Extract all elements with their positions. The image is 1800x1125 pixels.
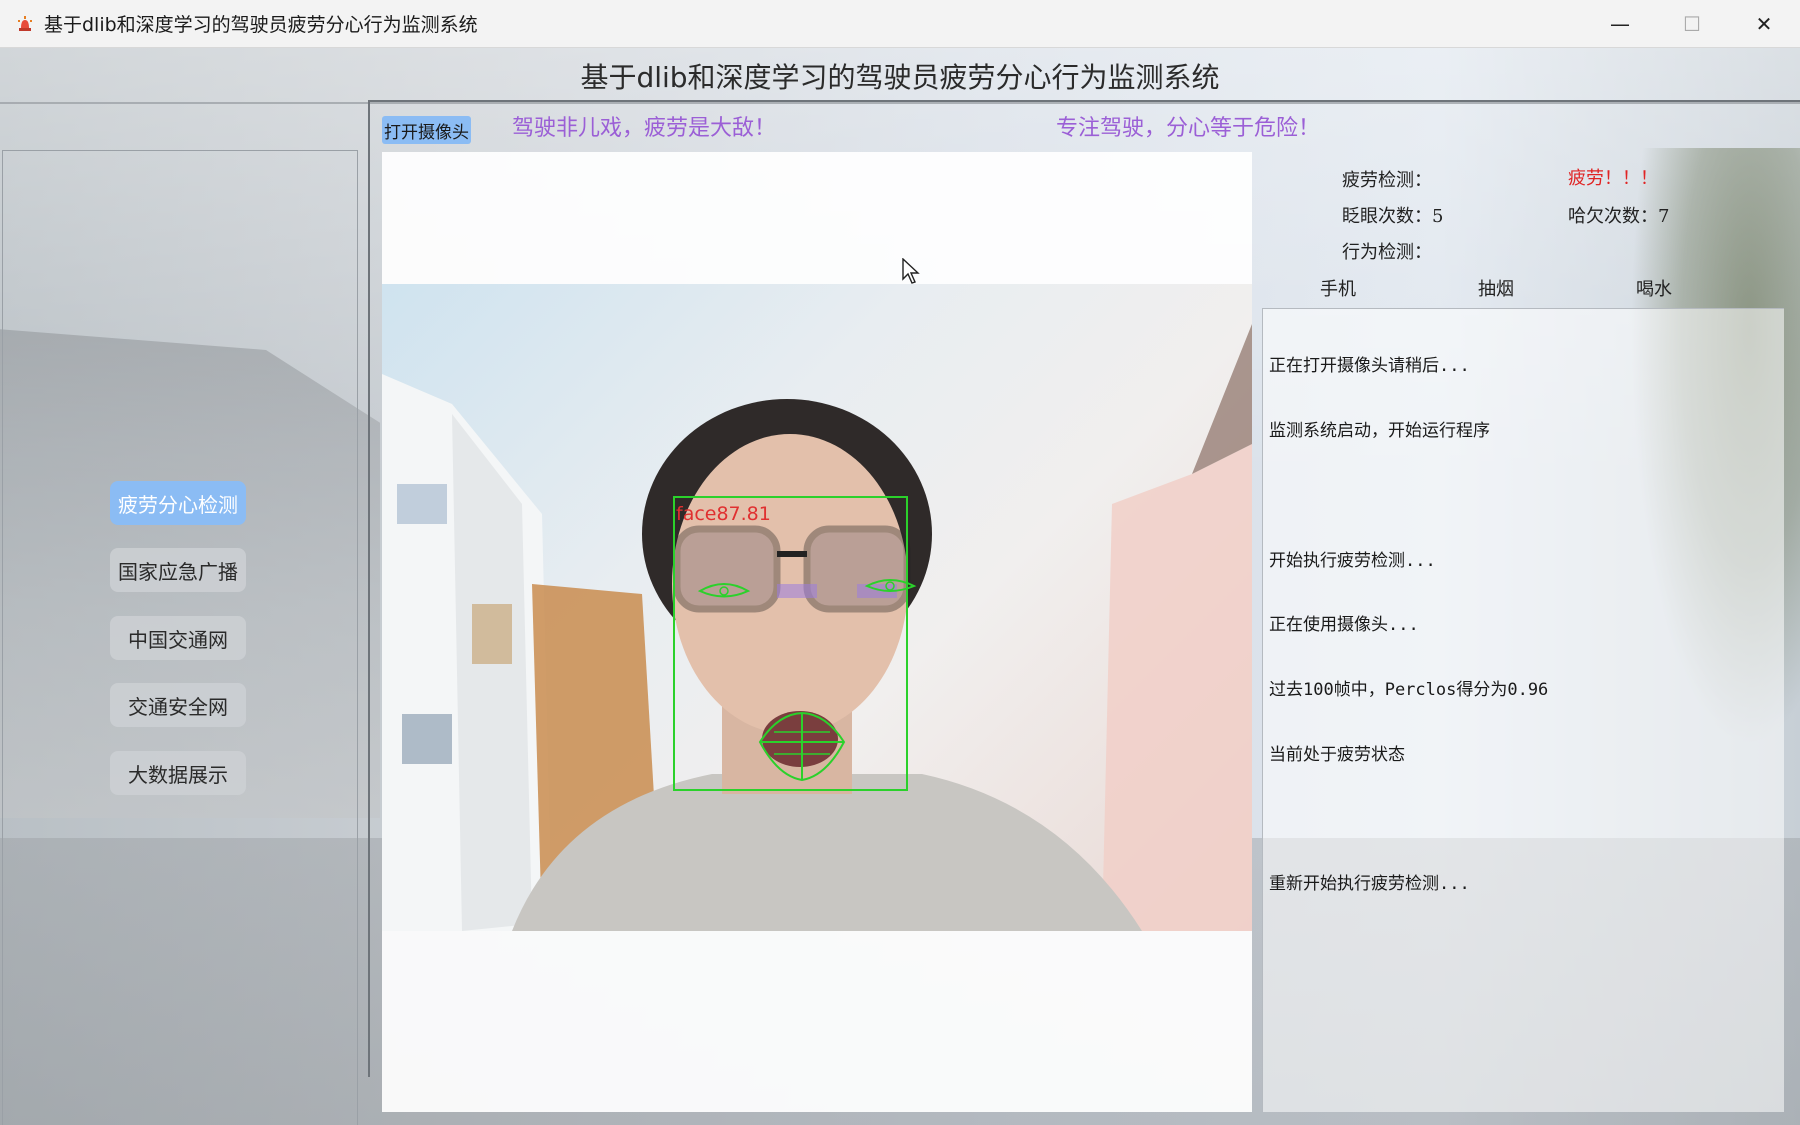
log-line: 监测系统启动，开始运行程序	[1269, 420, 1490, 441]
log-line: 正在打开摄像头请稍后...	[1269, 356, 1470, 377]
behavior-detection-label: 行为检测：	[1342, 242, 1432, 263]
face-confidence-label: face87.81	[676, 503, 771, 525]
minimize-icon: —	[1610, 12, 1630, 36]
fatigue-detection-label: 疲劳检测：	[1342, 170, 1432, 191]
yawn-count-label: 哈欠次数：7	[1568, 206, 1670, 227]
mouse-cursor-icon	[902, 257, 920, 288]
nav-emergency-broadcast-button[interactable]: 国家应急广播	[110, 548, 246, 592]
log-line: 当前处于疲劳状态	[1269, 744, 1405, 765]
behavior-smoking-label: 抽烟	[1478, 279, 1514, 300]
maximize-icon: ☐	[1683, 12, 1701, 36]
page-title: 基于dlib和深度学习的驾驶员疲劳分心行为监测系统	[580, 61, 1220, 94]
window-title: 基于dlib和深度学习的驾驶员疲劳分心行为监测系统	[44, 14, 478, 36]
camera-image: face87.81	[382, 324, 1252, 931]
nav-china-traffic-button[interactable]: 中国交通网	[110, 616, 246, 660]
behavior-drinking-label: 喝水	[1636, 279, 1672, 300]
log-line: 开始执行疲劳检测...	[1269, 550, 1436, 571]
camera-feed: face87.81	[382, 284, 1252, 931]
open-camera-button[interactable]: 打开摄像头	[382, 116, 471, 144]
window-controls: — ☐ ✕	[1584, 0, 1800, 48]
window-titlebar: 基于dlib和深度学习的驾驶员疲劳分心行为监测系统 — ☐ ✕	[0, 0, 1800, 48]
fatigue-status-value: 疲劳！！！	[1568, 168, 1658, 189]
close-button[interactable]: ✕	[1728, 0, 1800, 48]
app-alarm-icon	[16, 15, 34, 33]
maximize-button[interactable]: ☐	[1656, 0, 1728, 48]
blink-count-label: 眨眼次数：5	[1342, 206, 1444, 227]
nav-big-data-button[interactable]: 大数据展示	[110, 751, 246, 795]
log-line: 过去100帧中，Perclos得分为0.96	[1269, 680, 1549, 701]
nav-fatigue-detection-button[interactable]: 疲劳分心检测	[110, 481, 246, 525]
close-icon: ✕	[1755, 12, 1773, 36]
nav-traffic-safety-button[interactable]: 交通安全网	[110, 683, 246, 727]
behavior-phone-label: 手机	[1320, 279, 1356, 300]
log-output[interactable]: 正在打开摄像头请稍后... 监测系统启动，开始运行程序 开始执行疲劳检测... …	[1262, 308, 1784, 1112]
log-line: 正在使用摄像头...	[1269, 615, 1419, 636]
minimize-button[interactable]: —	[1584, 0, 1656, 48]
log-line: 重新开始执行疲劳检测...	[1269, 874, 1470, 895]
